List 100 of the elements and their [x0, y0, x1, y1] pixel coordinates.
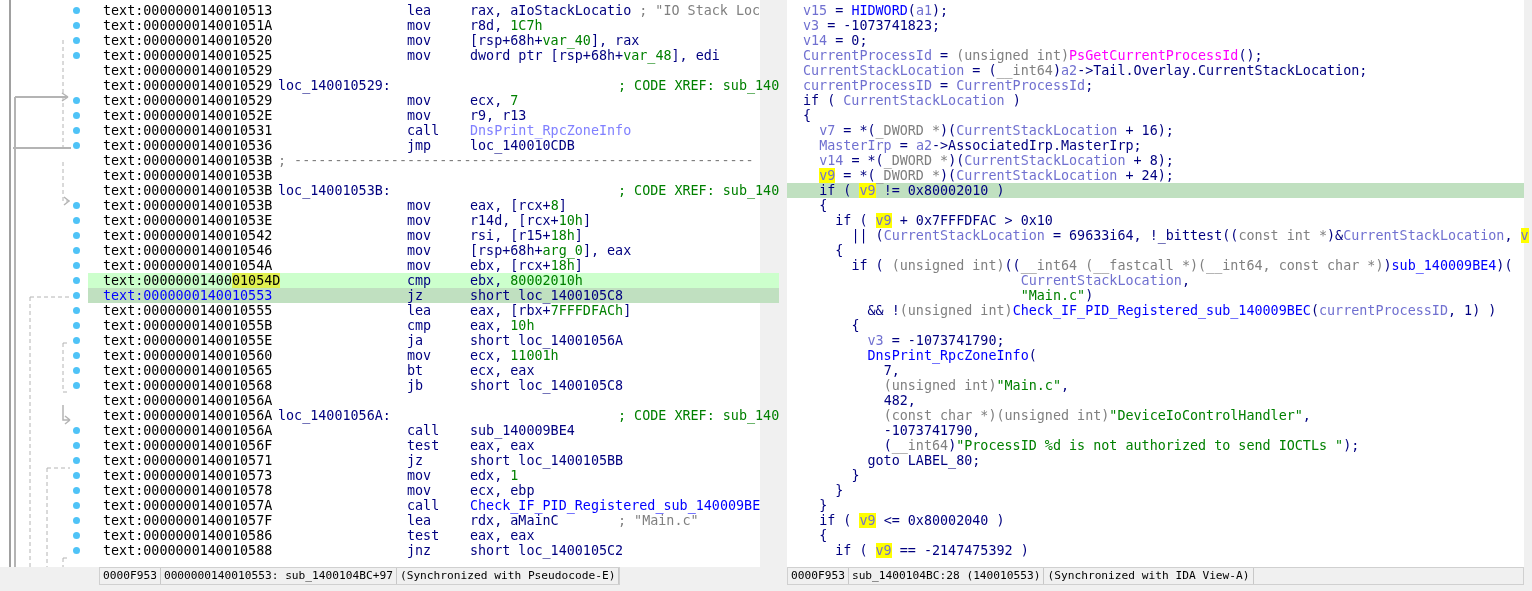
instruction-operands: DnsPrint_RpcZoneInfo [470, 123, 632, 138]
instruction-mnemonic: mov [407, 93, 433, 108]
instruction-operands: [rsp+68h+arg_0], eax [470, 243, 632, 258]
instruction-mnemonic: lea [407, 3, 433, 18]
address-text: text:0000000140001054D [103, 273, 278, 288]
code-line: CurrentProcessId = (unsigned int)PsGetCurrentProcessId(); [803, 48, 1263, 63]
instruction-operands: short loc_1400105BB [470, 453, 624, 468]
code-line: (const char *)(unsigned int)"DeviceIoControlHandler", [882, 408, 1311, 423]
code-line: if ( v9 == -2147475392 ) [834, 543, 1029, 558]
code-line: v9 = *(_DWORD *)(CurrentStackLocation + 24); [818, 168, 1174, 183]
code-line: CurrentStackLocation = (__int64)a2->Tail.Overlay.CurrentStackLocation; [803, 63, 1368, 78]
address-text: text:0000000140010565 [103, 363, 274, 378]
address-text: text:0000000140010568 [103, 378, 274, 393]
code-line: if ( CurrentStackLocation ) [803, 93, 1021, 108]
code-line: 7, [883, 363, 900, 378]
instruction-operands: short loc_14001056A [470, 333, 624, 348]
status-text: 0000F953 [100, 568, 161, 584]
instruction-mnemonic: bt [407, 363, 425, 378]
address-text: text:000000014001056F [103, 438, 274, 453]
instruction-mnemonic: lea [407, 513, 433, 528]
code-line: { [803, 108, 812, 123]
instruction-mnemonic: call [407, 123, 441, 138]
code-line: (__int64)"ProcessID %d is not authorized to send IOCTLs "); [882, 438, 1360, 453]
address-text: text:0000000140010531 [103, 123, 274, 138]
status-text: 0000F953 [788, 568, 849, 584]
instruction-mnemonic: mov [407, 33, 433, 48]
code-line: && !(unsigned int)Check_IF_PID_Registered_sub_140009BEC(currentProcessID, 1) ) [866, 303, 1497, 318]
instruction-operands: [rsp+68h+var_40], rax [470, 33, 640, 48]
address-text: text:000000014001056A [103, 408, 274, 423]
address-text: text:000000014001053B [103, 198, 274, 213]
address-text: text:0000000140010578 [103, 483, 274, 498]
code-line: } [834, 483, 844, 498]
address-text: text:0000000140010536 [103, 138, 274, 153]
address-text: text:000000014001053E [103, 213, 274, 228]
instruction-operands: ecx, ebp [470, 483, 536, 498]
instruction-operands: ebx, [rcx+18h] [470, 258, 584, 273]
code-comment: ; "IO Stack Loc [639, 3, 761, 18]
instruction-mnemonic: mov [407, 483, 433, 498]
code-line: { [850, 318, 860, 333]
code-line: 482, [882, 393, 916, 408]
address-text: text:0000000140010529 [103, 63, 274, 78]
instruction-operands: dword ptr [rsp+68h+var_48], edi [470, 48, 720, 63]
address-text: text:000000014001051A [103, 18, 274, 33]
instruction-mnemonic: mov [407, 48, 433, 63]
address-text: text:0000000140010553 [103, 288, 274, 303]
instruction-operands: rdx, aMainC [470, 513, 559, 528]
instruction-operands: ecx, 11001h [470, 348, 559, 363]
code-line: CurrentStackLocation, [1019, 273, 1190, 288]
instruction-operands: eax, eax [470, 438, 535, 453]
instruction-operands: ecx, eax [470, 363, 536, 378]
address-text: text:0000000140010546 [103, 243, 274, 258]
address-text: text:000000014001057A [103, 498, 274, 513]
instruction-operands: eax, [rcx+8] [470, 198, 568, 213]
address-text: text:0000000140010529 [103, 78, 274, 93]
code-line: "Main.c") [1019, 288, 1094, 303]
instruction-operands: rsi, [r15+18h] [470, 228, 584, 243]
instruction-operands: short loc_1400105C2 [470, 543, 624, 558]
code-line: || (CurrentStackLocation = 69633i64, !_bittest((const int *)&CurrentStackLocation, v [850, 228, 1529, 243]
instruction-mnemonic: jb [407, 378, 425, 393]
code-comment: ; CODE XREF: sub_140 [618, 408, 780, 423]
code-line: if ( v9 != 0x80002010 ) [818, 183, 1005, 198]
address-text: text:000000014001056A [103, 393, 274, 408]
address-text: text:0000000140010573 [103, 468, 274, 483]
status-text: (Synchronized with Pseudocode-E) [396, 568, 620, 584]
address-text: text:000000014001053B [103, 183, 274, 198]
instruction-operands: loc_140010CDB [470, 138, 575, 153]
code-line: goto LABEL_80; [866, 453, 981, 468]
instruction-mnemonic: call [407, 423, 441, 438]
code-line: (unsigned int)"Main.c", [882, 378, 1070, 393]
address-text: text:0000000140010542 [103, 228, 274, 243]
instruction-operands: eax, 10h [470, 318, 536, 333]
address-text: text:000000014001052E [103, 108, 274, 123]
address-text: text:0000000140010560 [103, 348, 274, 363]
instruction-operands: short loc_1400105C8 [470, 288, 624, 303]
instruction-mnemonic: mov [407, 198, 433, 213]
address-text: text:0000000140010513 [103, 3, 274, 18]
code-label: loc_140010529: [278, 78, 392, 93]
instruction-mnemonic: mov [407, 468, 433, 483]
code-line: } [818, 498, 828, 513]
code-label: loc_14001056A: [278, 408, 392, 423]
instruction-operands: short loc_1400105C8 [470, 378, 624, 393]
instruction-mnemonic: jz [407, 288, 425, 303]
code-comment: ; "Main.c" [618, 513, 699, 528]
instruction-mnemonic: call [407, 498, 441, 513]
status-text: sub_1400104BC:28 (140010553) [848, 568, 1045, 584]
instruction-mnemonic: mov [407, 18, 433, 33]
instruction-mnemonic: jmp [407, 138, 433, 153]
code-line: } [850, 468, 860, 483]
code-line: currentProcessID = CurrentProcessId; [803, 78, 1094, 93]
instruction-mnemonic: mov [407, 258, 433, 273]
instruction-mnemonic: cmp [407, 273, 433, 288]
separator-comment: ; --------------------------------------------------------- [278, 153, 754, 168]
address-text: text:000000014001053B [103, 153, 274, 168]
code-line: if ( v9 <= 0x80002040 ) [818, 513, 1005, 528]
instruction-operands: Check_IF_PID_Registered_sub_140009BE [470, 498, 761, 513]
address-text: text:0000000140010586 [103, 528, 274, 543]
code-comment: ; CODE XREF: sub_140 [618, 78, 780, 93]
code-line: { [834, 243, 844, 258]
instruction-mnemonic: test [407, 528, 441, 543]
address-text: text:0000000140010571 [103, 453, 274, 468]
